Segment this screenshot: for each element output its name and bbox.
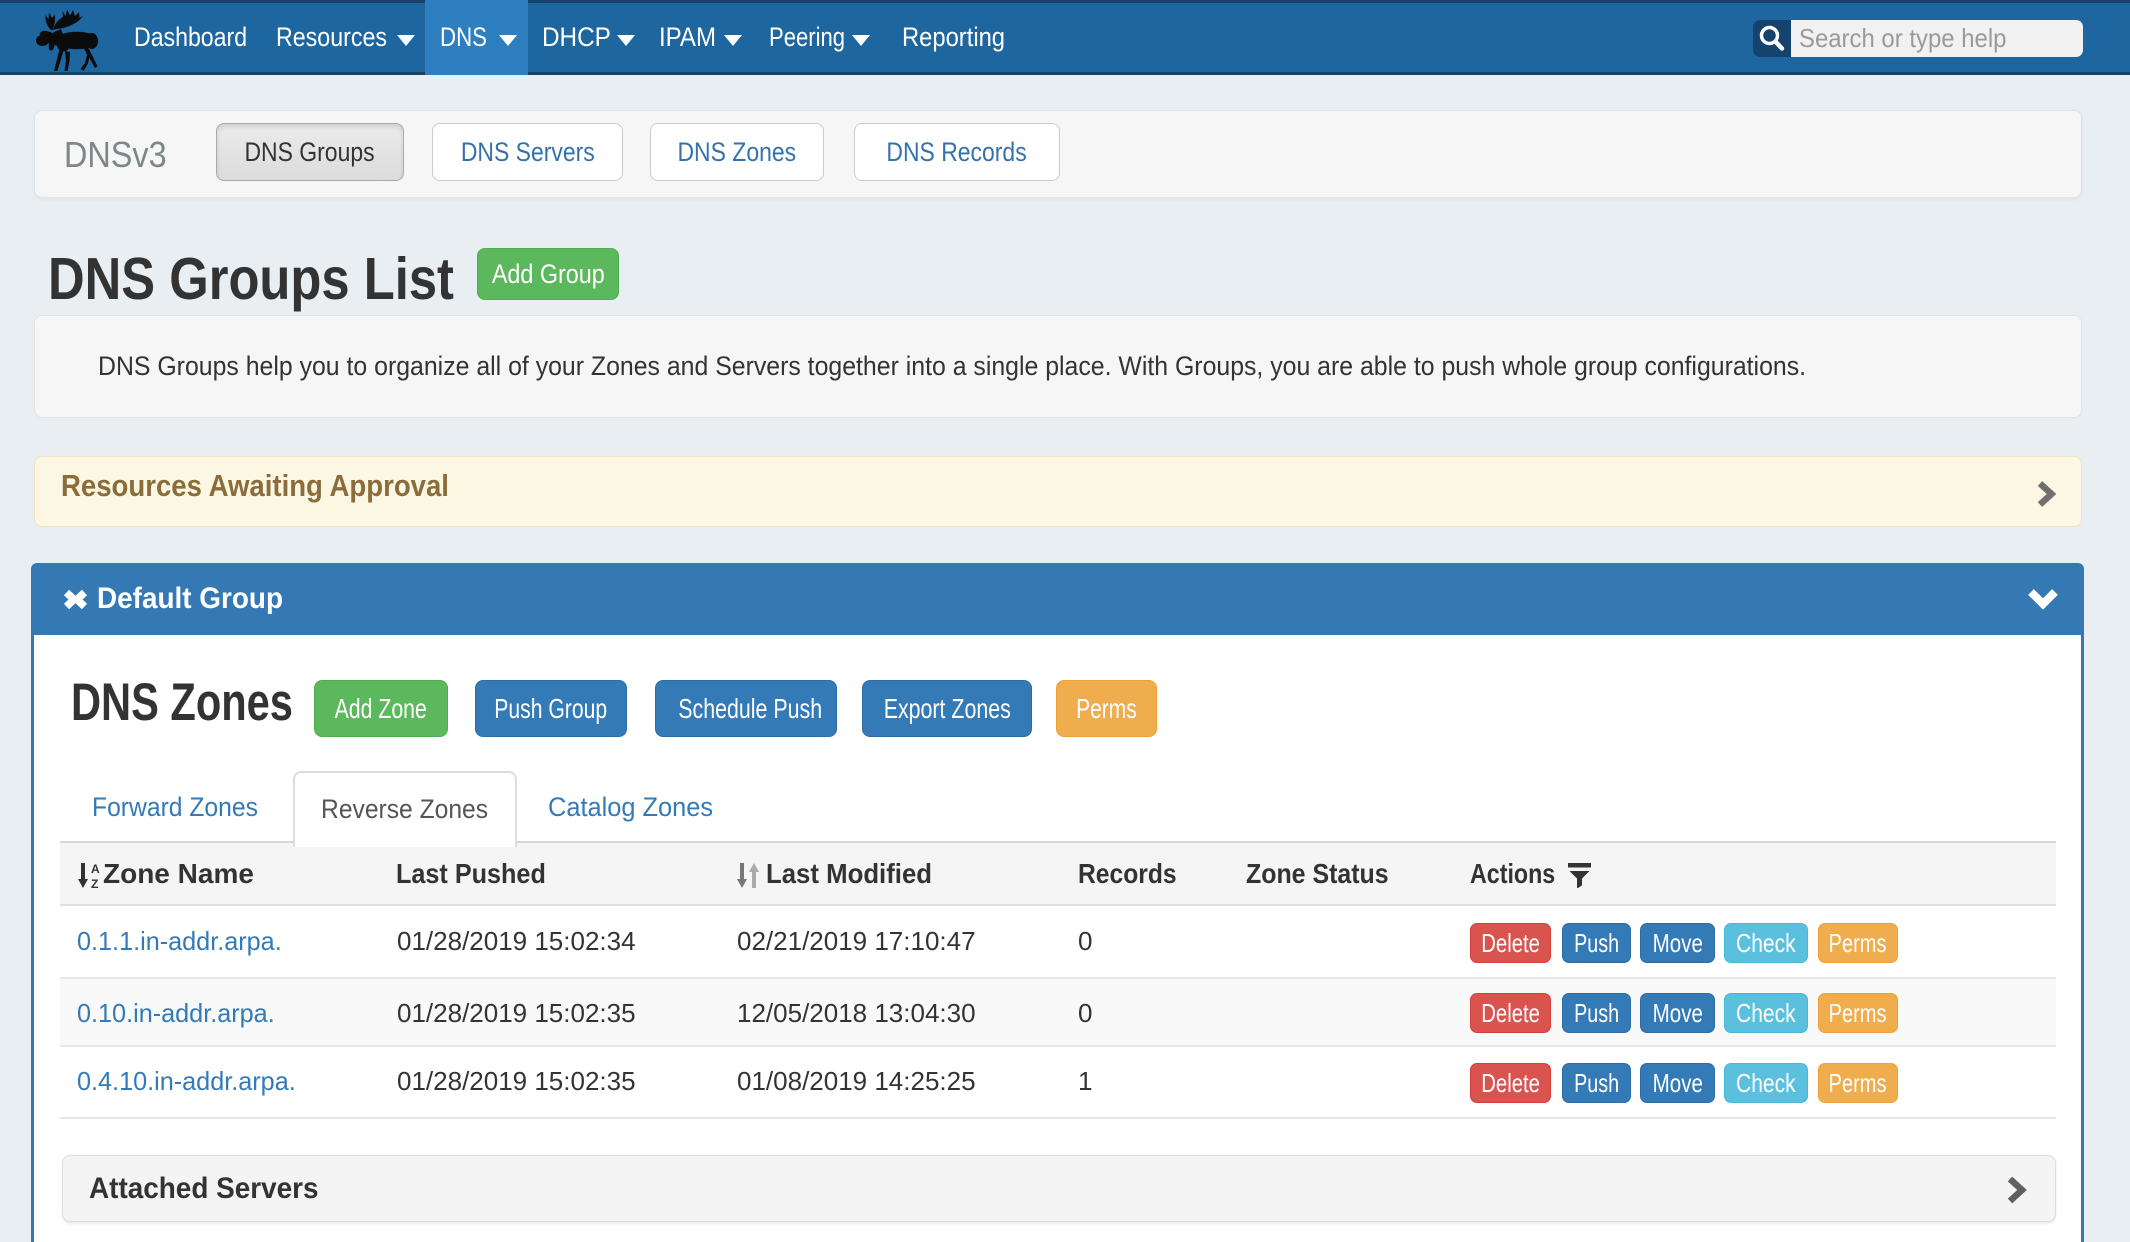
svg-text:Z: Z	[91, 877, 98, 889]
svg-text:A: A	[91, 862, 100, 876]
